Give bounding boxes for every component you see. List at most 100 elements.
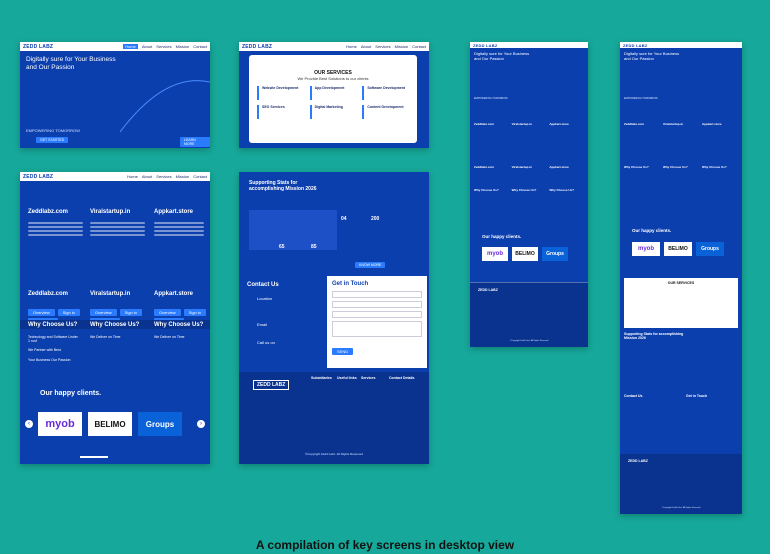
venture-title-appkart[interactable]: Appkart.store [154, 291, 193, 297]
navbar: ZEDD LABZ [470, 42, 588, 48]
services-panel: OUR SERVICES [624, 278, 738, 328]
nav-about[interactable]: About [361, 44, 371, 49]
footer-col-subsidiaries: Subsidiaries [311, 376, 332, 380]
nav-home[interactable]: Home [123, 44, 138, 49]
nav-contact[interactable]: Contact [412, 44, 426, 49]
screen-home-hero: ZEDD LABZ Home About Services Mission Co… [20, 42, 210, 148]
venture-title-viralstartup[interactable]: Viralstartup.in [90, 291, 130, 297]
clients-title: Our happy clients. [632, 228, 672, 233]
page-caption: A compilation of key screens in desktop … [255, 538, 515, 552]
hero-curve-graphic [120, 80, 210, 133]
brand-logo[interactable]: ZEDD LABZ [473, 43, 497, 48]
footer: ZEDD LABZ ©Copyright Zedd Labz. All Righ… [470, 282, 588, 347]
service-item[interactable]: Content Development [362, 105, 409, 119]
client-logo-belimo: BELIMO [512, 247, 538, 261]
client-logo-groups: Groups [138, 412, 182, 436]
brand-logo[interactable]: ZEDD LABZ [242, 44, 272, 50]
screen-fullpage-a: ZEDD LABZ Digitally sure for Your Busine… [470, 42, 588, 347]
service-item[interactable]: SEO Services [257, 105, 304, 119]
venture-site[interactable]: Viralstartup.in [512, 122, 547, 162]
venture-site[interactable]: Zeddlabz.com [474, 165, 509, 185]
hero-title: Digitally sure for Your Business and Our… [624, 51, 680, 61]
location-label: Location [257, 296, 273, 301]
why-item: Technology and Software Under 1 roof [28, 335, 78, 343]
service-item[interactable]: Website Development [257, 86, 304, 100]
client-logos: myob BELIMO Groups [38, 412, 182, 436]
know-more-button[interactable]: KNOW MORE [355, 262, 386, 268]
venture-title-viralstartup[interactable]: Viralstartup.in [90, 209, 130, 215]
nav-mission[interactable]: Mission [176, 44, 190, 49]
footer-brand: ZEDD LABZ [253, 380, 290, 390]
footer-copyright: ©Copyright Zedd Labz. All Rights Reserve… [509, 340, 549, 342]
get-started-button[interactable]: GET STARTED [36, 137, 69, 143]
clients-title: Our happy clients. [482, 234, 522, 239]
email-field[interactable] [332, 301, 422, 308]
form-title: Get in Touch [332, 281, 369, 287]
hero-title: Digitally sure for Your Business and Our… [474, 51, 530, 61]
why-title: Why Choose Us? [154, 322, 204, 328]
stat-number: 65 [279, 244, 285, 250]
why-title: Why Choose Us? [702, 165, 727, 169]
client-logo-myob: myob [632, 242, 660, 256]
services-title: OUR SERVICES [667, 281, 695, 285]
venture-site[interactable]: Viralstartup.in [663, 122, 699, 162]
contact-form: Get in Touch SEND [327, 276, 427, 368]
screen-fullpage-b: ZEDD LABZ Digitally sure for Your Busine… [620, 42, 742, 514]
stats-image [249, 210, 337, 250]
nav-mission[interactable]: Mission [176, 174, 190, 179]
stat-number: 200 [371, 216, 380, 222]
client-logo-belimo: BELIMO [88, 412, 132, 436]
why-item: We Deliver on Time [90, 335, 121, 339]
message-field[interactable] [332, 321, 422, 337]
brand-logo[interactable]: ZEDD LABZ [623, 43, 647, 48]
nav-about[interactable]: About [142, 174, 152, 179]
services-panel: OUR SERVICES We Provide Best Solutions t… [249, 55, 417, 143]
why-title: Why Choose Us? [624, 165, 649, 169]
venture-title-zeddlabz[interactable]: Zeddlabz.com [28, 291, 68, 297]
nav-home[interactable]: Home [346, 44, 357, 49]
sign-in-button[interactable]: Sign in [57, 309, 80, 316]
footer-brand: ZEDD LABZ [478, 288, 498, 292]
nav-home[interactable]: Home [127, 174, 138, 179]
brand-logo[interactable]: ZEDD LABZ [23, 174, 53, 180]
send-button[interactable]: SEND [332, 348, 354, 355]
nav-contact[interactable]: Contact [193, 174, 207, 179]
nav-about[interactable]: About [142, 44, 152, 49]
venture-title-zeddlabz[interactable]: Zeddlabz.com [28, 209, 68, 215]
hero-tag: EMPOWERING TOMORROW [624, 97, 658, 100]
venture-site[interactable]: Appkart.store [549, 165, 584, 185]
screen-ventures: ZEDD LABZ Home About Services Mission Co… [20, 172, 210, 464]
service-item[interactable]: Digital Marketing [309, 105, 357, 119]
venture-site[interactable]: Appkart.store [702, 122, 738, 162]
first-name-field[interactable] [332, 291, 422, 298]
nav-services[interactable]: Services [156, 174, 171, 179]
footer-copyright: ©Copyright Zedd Labz. All Rights Reserve… [661, 507, 701, 509]
nav-services[interactable]: Services [156, 44, 171, 49]
chevron-left-icon[interactable]: ‹ [25, 420, 33, 428]
nav-contact[interactable]: Contact [193, 44, 207, 49]
venture-site[interactable]: Appkart.store [549, 122, 584, 162]
venture-site[interactable]: Zeddlabz.com [624, 122, 660, 162]
subject-field[interactable] [332, 311, 422, 318]
service-item[interactable]: App Development [309, 86, 357, 100]
call-label: Call us on [257, 340, 275, 345]
chevron-right-icon[interactable]: › [197, 420, 205, 428]
stats-title: Supporting Stats for accomplishing Missi… [249, 180, 317, 192]
brand-logo[interactable]: ZEDD LABZ [23, 44, 53, 50]
venture-title-appkart[interactable]: Appkart.store [154, 209, 193, 215]
venture-site[interactable]: Viralstartup.in [512, 165, 547, 185]
nav-mission[interactable]: Mission [395, 44, 409, 49]
sign-in-button[interactable]: Sign in [119, 309, 142, 316]
client-logo-myob: myob [482, 247, 508, 261]
sign-in-button[interactable]: Sign in [183, 309, 206, 316]
carousel-indicator [80, 456, 108, 458]
nav-services[interactable]: Services [375, 44, 390, 49]
hero-title: Digitally sure for Your Business and Our… [26, 56, 116, 72]
why-item: We Deliver on Time [154, 335, 185, 339]
client-logos: myob BELIMO Groups [632, 242, 724, 256]
navbar: ZEDD LABZ [620, 42, 742, 48]
why-title: Why Choose Us? [511, 188, 537, 192]
navbar: ZEDD LABZ Home About Services Mission Co… [20, 42, 210, 51]
venture-site[interactable]: Zeddlabz.com [474, 122, 509, 162]
service-item[interactable]: Software Development [362, 86, 409, 100]
